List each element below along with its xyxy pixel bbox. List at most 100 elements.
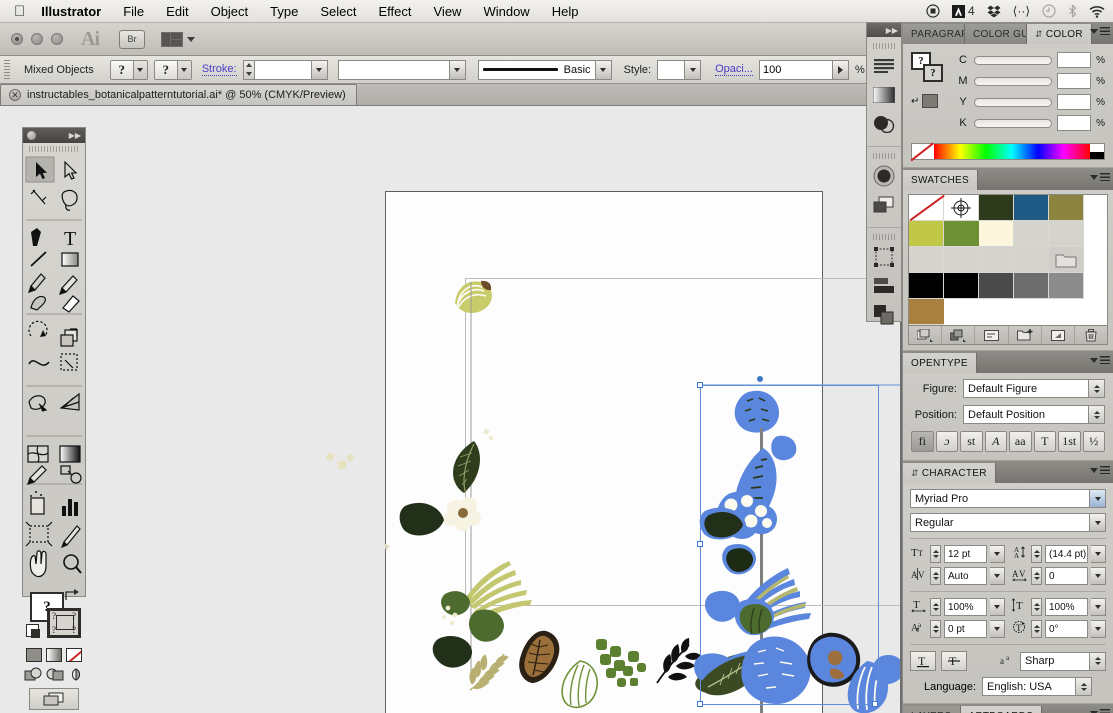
menu-item-help[interactable]: Help [541,0,590,23]
color-channel-y[interactable]: Y % [957,94,1105,110]
swatch-gray-mid[interactable] [1014,273,1049,299]
appearance-panel-icon[interactable] [871,163,897,189]
channel-value-c[interactable] [1057,52,1092,68]
color-channel-k[interactable]: K % [957,115,1105,131]
swatch-green[interactable] [944,221,979,247]
horizontal-scale-value[interactable]: 100% [944,598,987,616]
stylistic-alternates-button[interactable]: A [984,431,1007,452]
position-select[interactable]: Default Position [963,405,1105,424]
stroke-label[interactable]: Stroke: [201,63,237,76]
anti-aliasing-select[interactable]: Sharp [1020,651,1106,671]
font-style-value[interactable]: Regular [910,513,1090,532]
menu-item-view[interactable]: View [423,0,473,23]
opacity-field[interactable] [758,59,833,80]
swatch-color-group-folder[interactable] [1049,247,1084,273]
menu-item-file[interactable]: File [112,0,155,23]
swatch-libraries-menu-icon[interactable] [909,326,943,344]
swatches-panel-menu[interactable] [1090,173,1110,181]
swatch-empty-1[interactable] [1014,221,1049,247]
menu-item-window[interactable]: Window [472,0,540,23]
font-size-stepper[interactable] [930,545,941,563]
baseline-shift-dropdown[interactable] [990,620,1005,638]
change-screen-mode-button[interactable] [29,688,79,710]
fill-dropdown-arrow[interactable] [132,60,147,79]
stroke-profile-field[interactable]: Basic [477,59,596,80]
document-tab[interactable]: ✕ instructables_botanicalpatterntutorial… [0,84,357,105]
leading-stepper[interactable] [1031,545,1042,563]
color-revert-icon[interactable]: ↵ [911,96,919,107]
minimize-window-button[interactable] [31,33,43,45]
underline-button[interactable]: T [910,651,936,671]
tools-panel-header[interactable]: ▶▶ [23,128,85,143]
variable-width-field[interactable] [337,59,450,80]
opacity-label[interactable]: Opaci... [715,63,753,76]
white-black-swatches[interactable] [1090,144,1104,159]
swatch-options-icon[interactable] [975,326,1009,344]
kerning-value[interactable]: Auto [944,567,987,585]
baseline-shift-field[interactable]: Aa 0 pt [910,620,1005,638]
color-mode-buttons[interactable] [23,648,85,662]
position-stepper-icon[interactable] [1088,406,1104,423]
channel-value-y[interactable] [1057,94,1092,110]
color-channel-m[interactable]: M % [957,73,1105,89]
channel-slider-c[interactable] [974,55,1053,65]
selection-anchor-ml[interactable] [697,541,703,547]
swatch-black-2[interactable] [944,273,979,299]
menu-item-illustrator[interactable]: Illustrator [39,0,112,23]
color-fill-stroke-proxy[interactable]: ? ? ↵ [911,52,951,131]
baseline-shift-value[interactable]: 0 pt [944,620,987,638]
selection-anchor-bl[interactable] [697,701,703,707]
swatch-grid[interactable] [908,194,1108,326]
leading-field[interactable]: AA (14.4 pt) [1011,545,1106,563]
color-panel-menu[interactable] [1090,27,1110,35]
character-panel-menu[interactable] [1090,466,1110,474]
leading-dropdown[interactable] [1091,545,1106,563]
draw-behind-mode-icon[interactable] [46,667,64,682]
show-swatch-kinds-menu-icon[interactable] [942,326,976,344]
spectrum-gradient[interactable] [934,144,1090,159]
dock-expand-icon[interactable]: ▶▶ [886,26,898,35]
tools-collapse-button[interactable] [27,131,36,140]
default-fill-stroke-icon[interactable] [26,624,40,638]
kerning-stepper[interactable] [930,567,941,585]
channel-slider-y[interactable] [974,97,1053,107]
vertical-scale-value[interactable]: 100% [1045,598,1088,616]
swatch-empty-3[interactable] [909,247,944,273]
code-brackets-icon[interactable]: ⟨··⟩ [1013,4,1030,18]
vertical-scale-field[interactable]: T 100% [1011,598,1106,616]
canvas-area[interactable] [0,106,900,713]
tab-character[interactable]: ⇵ CHARACTER [903,463,996,483]
transparency-panel-icon[interactable] [871,111,897,137]
titling-alternates-button[interactable]: T [1033,431,1056,452]
tab-artboards[interactable]: ARTBOARDS [960,706,1043,713]
swatch-empty-2[interactable] [1049,221,1084,247]
tracking-dropdown[interactable] [1091,567,1106,585]
opacity-dropdown[interactable] [832,59,849,80]
bluetooth-icon[interactable] [1068,4,1077,18]
swatch-registration[interactable] [944,195,979,221]
channel-value-m[interactable] [1057,73,1092,89]
fill-color-control[interactable]: ? [109,59,148,80]
horizontal-scale-dropdown[interactable] [990,598,1005,616]
new-swatch-icon[interactable] [1042,326,1075,344]
character-rotation-stepper[interactable] [1031,620,1042,638]
font-style-dropdown[interactable] [1090,513,1106,532]
menu-item-select[interactable]: Select [309,0,367,23]
new-color-group-icon[interactable] [1009,326,1042,344]
swatch-empty-5[interactable] [979,247,1014,273]
channel-slider-m[interactable] [974,76,1053,86]
dropbox-icon[interactable] [987,5,1001,18]
none-color-swatch[interactable] [912,144,934,159]
font-size-dropdown[interactable] [990,545,1005,563]
close-window-button[interactable] [11,33,23,45]
zoom-window-button[interactable] [51,33,63,45]
color-panel-stroke-swatch[interactable]: ? [923,64,943,82]
close-icon[interactable]: ✕ [9,89,21,101]
character-rotation-value[interactable]: 0° [1045,620,1088,638]
tools-expand-icon[interactable]: ▶▶ [69,131,81,140]
vertical-scale-dropdown[interactable] [1091,598,1106,616]
artboards-panel-menu[interactable] [1090,709,1110,713]
tracking-field[interactable]: AV 0 [1011,567,1106,585]
tab-color-guide[interactable]: COLOR GUI [965,24,1027,44]
channel-value-k[interactable] [1057,115,1092,131]
